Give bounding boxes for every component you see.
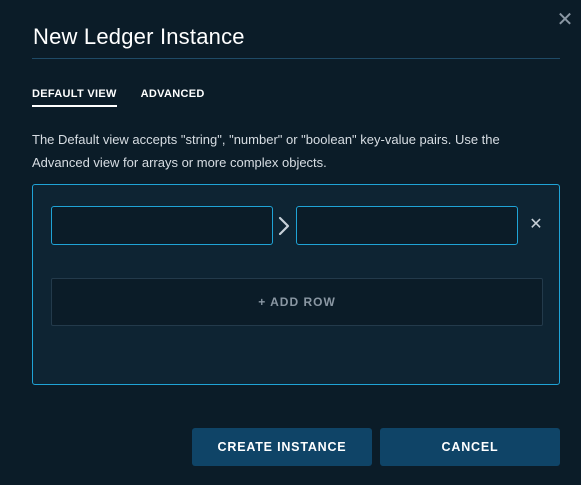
view-tabs: DEFAULT VIEW ADVANCED [32,88,205,107]
add-row-button[interactable]: + ADD ROW [51,278,543,326]
chevron-right-icon [278,216,290,236]
dialog-title: New Ledger Instance [33,24,245,49]
view-description: The Default view accepts "string", "numb… [32,132,500,170]
tab-advanced[interactable]: ADVANCED [141,88,205,107]
key-value-editor: ✕ + ADD ROW [32,184,560,385]
remove-row-icon[interactable]: ✕ [527,215,545,235]
key-input[interactable] [51,206,273,245]
cancel-button[interactable]: CANCEL [380,428,560,466]
value-input[interactable] [296,206,518,245]
new-ledger-instance-dialog: ✕ New Ledger Instance DEFAULT VIEW ADVAN… [0,0,581,485]
title-divider [32,58,560,59]
tab-default-view[interactable]: DEFAULT VIEW [32,88,117,107]
close-icon[interactable]: ✕ [555,10,575,30]
create-instance-button[interactable]: CREATE INSTANCE [192,428,372,466]
